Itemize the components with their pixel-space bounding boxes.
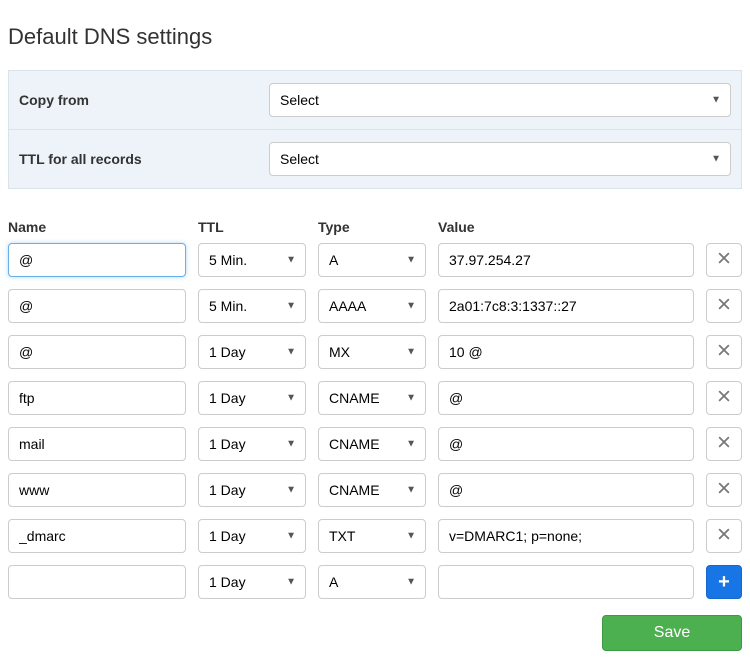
name-input[interactable] bbox=[8, 565, 186, 599]
value-input[interactable] bbox=[438, 473, 694, 507]
ttl-select[interactable]: 5 Min. bbox=[198, 289, 306, 323]
header-name: Name bbox=[8, 219, 186, 235]
value-input[interactable] bbox=[438, 565, 694, 599]
type-select[interactable]: MX bbox=[318, 335, 426, 369]
close-icon bbox=[717, 343, 731, 362]
ttl-select[interactable]: 1 Day bbox=[198, 473, 306, 507]
record-row: 1 Day CNAME bbox=[8, 427, 742, 461]
ttl-select[interactable]: 1 Day bbox=[198, 565, 306, 599]
name-input[interactable] bbox=[8, 519, 186, 553]
value-input[interactable] bbox=[438, 427, 694, 461]
ttl-select[interactable]: 1 Day bbox=[198, 427, 306, 461]
remove-record-button[interactable] bbox=[706, 473, 742, 507]
value-input[interactable] bbox=[438, 519, 694, 553]
ttl-all-select[interactable]: Select bbox=[269, 142, 731, 176]
ttl-select[interactable]: 5 Min. bbox=[198, 243, 306, 277]
name-input[interactable] bbox=[8, 289, 186, 323]
value-input[interactable] bbox=[438, 243, 694, 277]
remove-record-button[interactable] bbox=[706, 519, 742, 553]
header-ttl: TTL bbox=[198, 219, 306, 235]
records-header: Name TTL Type Value bbox=[8, 219, 742, 235]
page-title: Default DNS settings bbox=[8, 24, 742, 50]
type-select[interactable]: CNAME bbox=[318, 473, 426, 507]
name-input[interactable] bbox=[8, 335, 186, 369]
plus-icon: + bbox=[718, 571, 730, 594]
ttl-all-label: TTL for all records bbox=[19, 151, 269, 167]
record-row: 1 Day A + bbox=[8, 565, 742, 599]
close-icon bbox=[717, 389, 731, 408]
record-row: 1 Day MX bbox=[8, 335, 742, 369]
type-select[interactable]: AAAA bbox=[318, 289, 426, 323]
record-row: 1 Day TXT bbox=[8, 519, 742, 553]
record-row: 5 Min. AAAA bbox=[8, 289, 742, 323]
records-list: 5 Min. A 5 Min. AAAA 1 Day MX 1 Day CNAME 1 Day C… bbox=[8, 243, 742, 599]
close-icon bbox=[717, 435, 731, 454]
remove-record-button[interactable] bbox=[706, 289, 742, 323]
name-input[interactable] bbox=[8, 381, 186, 415]
header-type: Type bbox=[318, 219, 426, 235]
type-select[interactable]: A bbox=[318, 243, 426, 277]
close-icon bbox=[717, 527, 731, 546]
add-record-button[interactable]: + bbox=[706, 565, 742, 599]
ttl-select[interactable]: 1 Day bbox=[198, 335, 306, 369]
copy-from-select[interactable]: Select bbox=[269, 83, 731, 117]
close-icon bbox=[717, 481, 731, 500]
value-input[interactable] bbox=[438, 381, 694, 415]
ttl-select[interactable]: 1 Day bbox=[198, 381, 306, 415]
ttl-select[interactable]: 1 Day bbox=[198, 519, 306, 553]
header-value: Value bbox=[438, 219, 694, 235]
close-icon bbox=[717, 251, 731, 270]
type-select[interactable]: TXT bbox=[318, 519, 426, 553]
name-input[interactable] bbox=[8, 243, 186, 277]
type-select[interactable]: A bbox=[318, 565, 426, 599]
name-input[interactable] bbox=[8, 473, 186, 507]
record-row: 1 Day CNAME bbox=[8, 473, 742, 507]
type-select[interactable]: CNAME bbox=[318, 427, 426, 461]
value-input[interactable] bbox=[438, 335, 694, 369]
close-icon bbox=[717, 297, 731, 316]
top-settings-panel: Copy from Select TTL for all records Sel… bbox=[8, 70, 742, 189]
copy-from-label: Copy from bbox=[19, 92, 269, 108]
remove-record-button[interactable] bbox=[706, 427, 742, 461]
value-input[interactable] bbox=[438, 289, 694, 323]
remove-record-button[interactable] bbox=[706, 243, 742, 277]
remove-record-button[interactable] bbox=[706, 335, 742, 369]
record-row: 1 Day CNAME bbox=[8, 381, 742, 415]
save-button[interactable]: Save bbox=[602, 615, 742, 651]
name-input[interactable] bbox=[8, 427, 186, 461]
record-row: 5 Min. A bbox=[8, 243, 742, 277]
remove-record-button[interactable] bbox=[706, 381, 742, 415]
type-select[interactable]: CNAME bbox=[318, 381, 426, 415]
